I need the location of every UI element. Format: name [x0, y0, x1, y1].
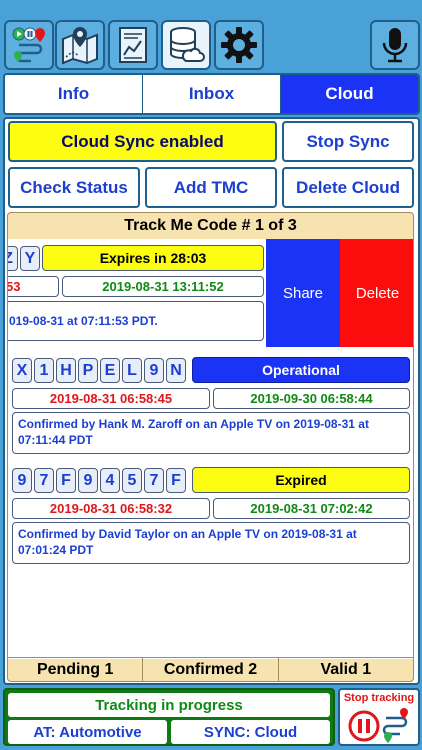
stop-tracking-label: Stop tracking: [343, 692, 415, 704]
stop-sync-button[interactable]: Stop Sync: [282, 121, 414, 162]
track-me-code-list: Track Me Code # 1 of 3 Z Y Expires in 28…: [7, 212, 414, 682]
code-char: 9: [12, 468, 32, 493]
code-char: Y: [20, 246, 40, 271]
gear-icon[interactable]: [214, 20, 264, 70]
status-badge: Operational: [192, 357, 410, 383]
map-route-icon[interactable]: [55, 20, 105, 70]
tracking-status-panel: Tracking in progress AT: Automotive SYNC…: [3, 688, 335, 746]
tracking-status: Tracking in progress: [8, 693, 330, 717]
code-char: 5: [122, 468, 142, 493]
code-char: 1: [34, 358, 54, 383]
cloud-sync-status: Cloud Sync enabled: [8, 121, 277, 162]
start-date: 53: [8, 276, 59, 297]
confirmed-count: Confirmed 2: [143, 658, 279, 681]
confirmation-text: Confirmed by David Taylor on an Apple TV…: [12, 522, 410, 564]
start-date: 2019-08-31 06:58:45: [12, 388, 210, 409]
code-char: 4: [100, 468, 120, 493]
code-char: E: [100, 358, 120, 383]
stop-tracking-button[interactable]: Stop tracking: [338, 688, 420, 746]
chart-report-icon[interactable]: [108, 20, 158, 70]
pending-count: Pending 1: [8, 658, 144, 681]
code-char: 7: [34, 468, 54, 493]
end-date: 2019-09-30 06:58:44: [213, 388, 410, 409]
sync-mode: SYNC: Cloud: [171, 720, 330, 744]
list-title: Track Me Code # 1 of 3: [124, 217, 297, 234]
code-char: X: [12, 358, 32, 383]
delete-cloud-button[interactable]: Delete Cloud: [282, 167, 414, 208]
code-char: P: [78, 358, 98, 383]
activity-type: AT: Automotive: [8, 720, 167, 744]
code-char: F: [56, 468, 76, 493]
code-char: F: [166, 468, 186, 493]
confirmation-text: 019-08-31 at 07:11:53 PDT.: [8, 301, 264, 341]
pause-route-icon: [348, 708, 408, 743]
share-button[interactable]: Share: [266, 239, 340, 347]
tab-info[interactable]: Info: [5, 75, 143, 113]
valid-count: Valid 1: [320, 660, 372, 678]
list-body[interactable]: Z Y Expires in 28:03 53 2019-08-31 13:11…: [8, 239, 413, 659]
code-char: H: [56, 358, 76, 383]
code-char: 9: [78, 468, 98, 493]
tab-cloud[interactable]: Cloud: [281, 75, 418, 113]
cloud-database-icon[interactable]: [161, 20, 211, 70]
tab-bar: Info Inbox Cloud: [3, 73, 420, 115]
confirmation-text: Confirmed by Hank M. Zaroff on an Apple …: [12, 412, 410, 454]
code-char: N: [166, 358, 186, 383]
tab-inbox[interactable]: Inbox: [143, 75, 281, 113]
route-status-icon[interactable]: [4, 20, 54, 70]
add-tmc-button[interactable]: Add TMC: [145, 167, 277, 208]
status-badge: Expired: [192, 467, 410, 493]
code-char: Z: [8, 246, 18, 271]
microphone-icon[interactable]: [370, 20, 420, 70]
code-char: 9: [144, 358, 164, 383]
check-status-button[interactable]: Check Status: [8, 167, 140, 208]
end-date: 2019-08-31 07:02:42: [213, 498, 410, 519]
status-badge: Expires in 28:03: [42, 245, 264, 271]
code-char: L: [122, 358, 142, 383]
end-date: 2019-08-31 13:11:52: [62, 276, 264, 297]
code-char: 7: [144, 468, 164, 493]
delete-button[interactable]: Delete: [340, 239, 413, 347]
start-date: 2019-08-31 06:58:32: [12, 498, 210, 519]
list-summary: Pending 1 Confirmed 2 Valid 1: [8, 657, 413, 681]
